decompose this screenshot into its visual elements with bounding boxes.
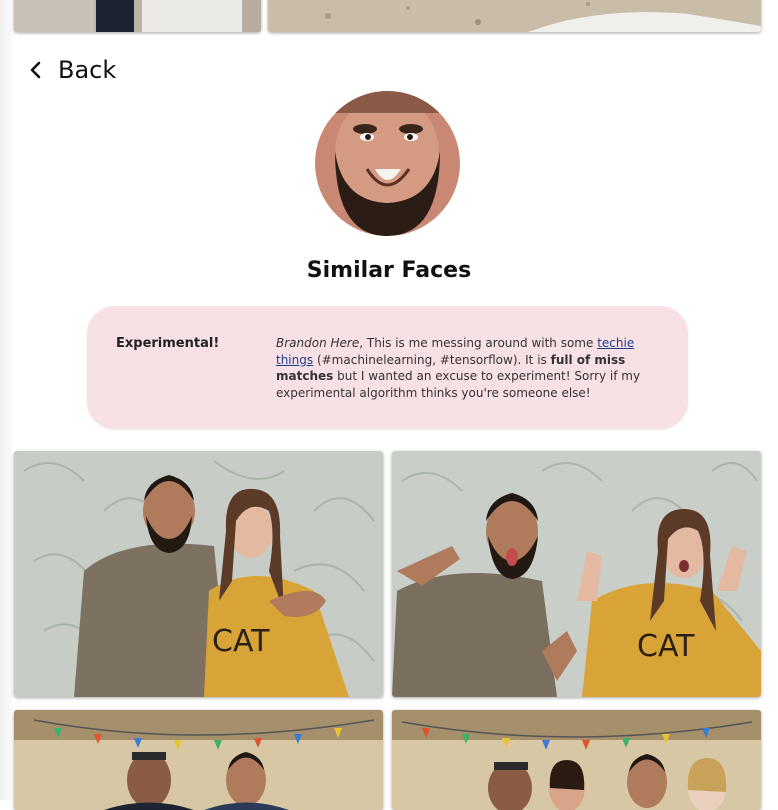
page-title: Similar Faces [306,258,472,283]
chevron-left-icon [30,61,41,79]
avatar [315,91,460,236]
notice-text-2: (#machinelearning, #tensorflow). It is [313,352,551,367]
svg-text:CAT: CAT [212,624,270,659]
notice-text-1: , This is me messing around with some [359,336,598,350]
svg-text:CAT: CAT [637,629,695,664]
result-photo-3[interactable] [14,710,383,810]
notice-tag: Experimental! [116,336,220,351]
result-photo-1[interactable]: CAT [14,451,383,697]
page-edge [0,0,12,800]
back-label: Back [58,56,117,84]
notice-message: Brandon Here, This is me messing around … [276,335,661,401]
back-button[interactable]: Back [28,52,116,88]
result-photo-2[interactable]: CAT [392,451,761,697]
experimental-notice: Experimental! Brandon Here, This is me m… [87,306,688,429]
top-photo-right[interactable] [268,0,761,32]
top-photo-left[interactable] [14,0,261,32]
result-photo-4[interactable] [392,710,761,810]
notice-author: Brandon Here [276,336,360,350]
